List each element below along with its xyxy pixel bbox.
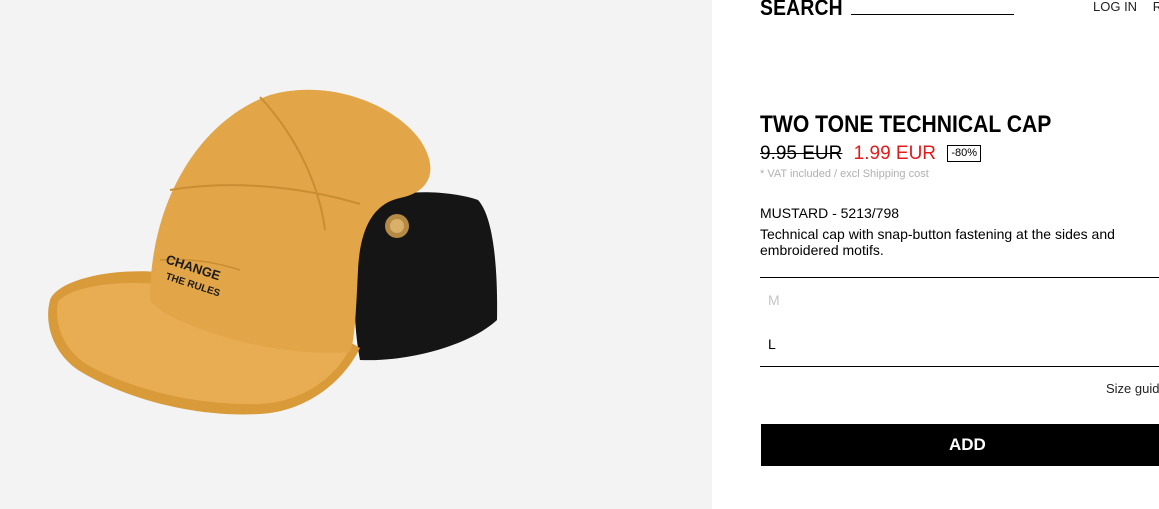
technical-cap-photo: CHANGE THE RULES	[48, 89, 498, 415]
size-selector: M L	[760, 277, 1159, 367]
product-description: Technical cap with snap-button fastening…	[760, 226, 1115, 258]
add-to-cart-button[interactable]: ADD	[761, 424, 1159, 466]
discount-badge: -80%	[947, 145, 981, 162]
search-label[interactable]: SEARCH	[760, 0, 843, 20]
search-input[interactable]	[851, 0, 1014, 15]
old-price: 9.95 EUR	[760, 143, 843, 164]
size-option-l[interactable]: L	[768, 336, 776, 352]
sale-price: 1.99 EUR	[853, 143, 937, 164]
product-title: TWO TONE TECHNICAL CAP	[760, 111, 1052, 138]
size-guide-link[interactable]: Size guide	[1106, 381, 1159, 396]
vat-note: * VAT included / excl Shipping cost	[760, 168, 929, 180]
header-links: LOG IN R	[1093, 0, 1159, 14]
price-row: 9.95 EUR 1.99 EUR -80%	[760, 143, 981, 164]
header-link-truncated[interactable]: R	[1153, 0, 1159, 14]
login-link[interactable]: LOG IN	[1093, 0, 1137, 14]
size-option-m[interactable]: M	[768, 292, 780, 308]
color-reference: MUSTARD - 5213/798	[760, 205, 900, 221]
product-image[interactable]: CHANGE THE RULES	[0, 0, 712, 509]
